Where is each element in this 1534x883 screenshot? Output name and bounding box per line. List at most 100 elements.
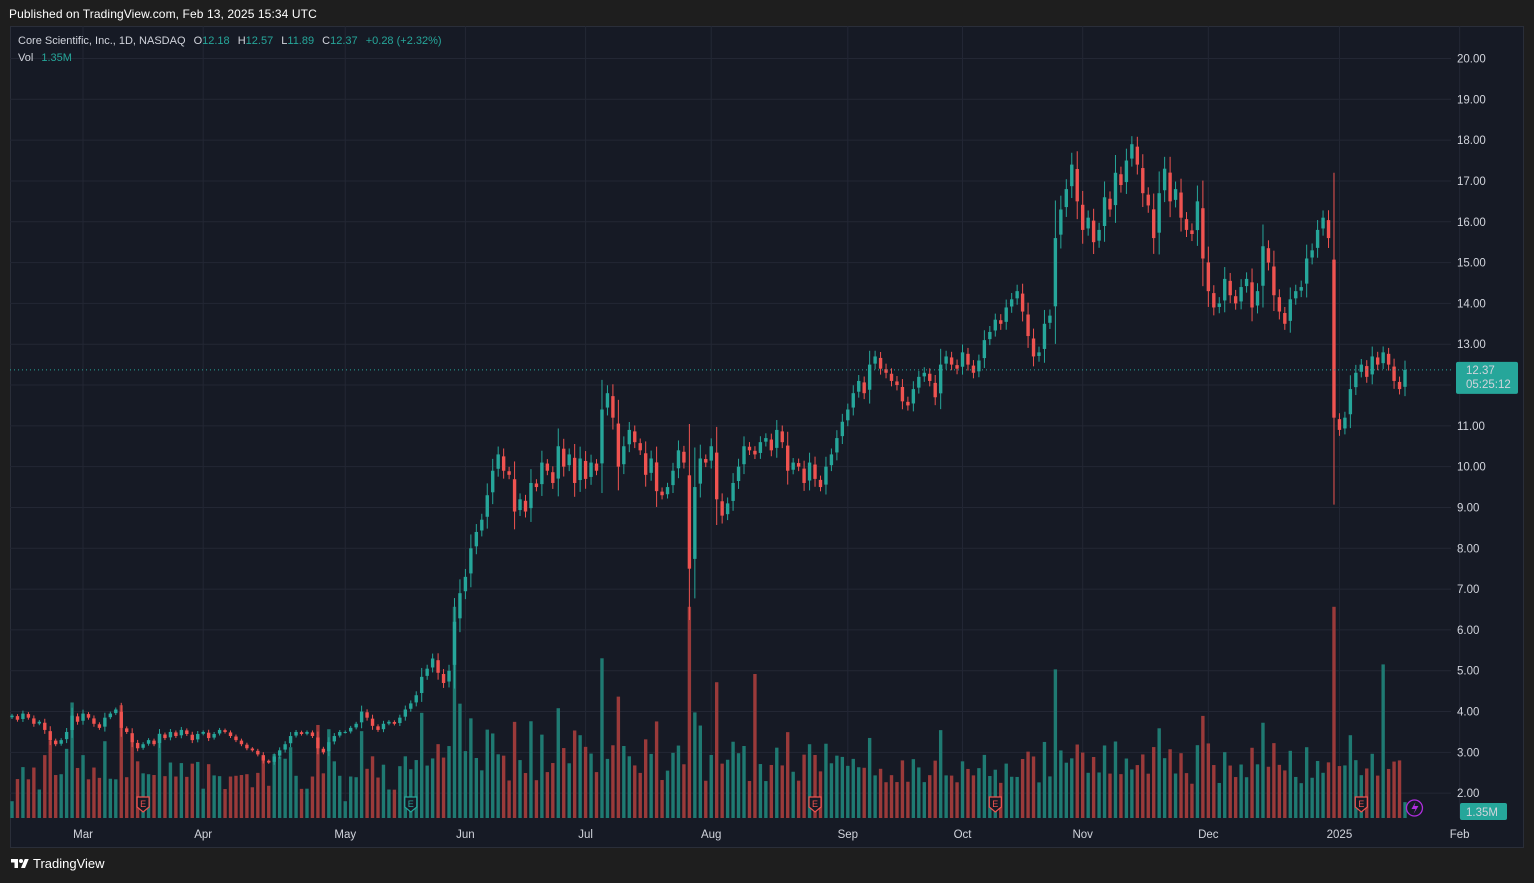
volume-bar bbox=[288, 747, 293, 818]
volume-bar bbox=[1386, 768, 1391, 818]
candle-body bbox=[174, 732, 178, 737]
volume-bar bbox=[725, 759, 730, 818]
candle-body bbox=[1004, 307, 1008, 322]
candle-body bbox=[523, 500, 528, 512]
candle-body bbox=[704, 458, 708, 463]
volume-bar bbox=[299, 788, 304, 818]
volume-bar bbox=[86, 779, 91, 818]
footer-brand[interactable]: TradingView bbox=[10, 856, 105, 871]
badge-letter: E bbox=[140, 799, 146, 809]
volume-bar bbox=[857, 767, 861, 818]
volume-bar bbox=[458, 703, 462, 818]
volume-bar bbox=[496, 754, 500, 818]
candle-body bbox=[966, 353, 970, 365]
price-tick-label: 15.00 bbox=[1457, 258, 1486, 270]
volume-bar bbox=[179, 763, 184, 818]
candle-body bbox=[671, 470, 675, 486]
volume-bar bbox=[376, 777, 380, 818]
volume-bar bbox=[1288, 750, 1292, 818]
price-tick-label: 20.00 bbox=[1457, 53, 1486, 65]
volume-bar bbox=[1244, 777, 1249, 818]
candle-body bbox=[1239, 287, 1243, 302]
candle-body bbox=[217, 729, 222, 734]
candle-body bbox=[338, 731, 342, 736]
volume-bar bbox=[1086, 772, 1090, 818]
candle-body bbox=[1195, 201, 1200, 231]
candle-body bbox=[420, 676, 424, 694]
volume-bar bbox=[966, 768, 970, 818]
chart-legend: Core Scientific, Inc., 1D, NASDAQ O12.18… bbox=[18, 35, 442, 69]
candle-body bbox=[611, 396, 615, 418]
volume-bar bbox=[1113, 741, 1118, 818]
volume-bar bbox=[168, 762, 173, 818]
volume-label[interactable]: Vol bbox=[18, 52, 33, 64]
volume-bar bbox=[1201, 715, 1205, 818]
symbol-title[interactable]: Core Scientific, Inc., 1D, NASDAQ bbox=[18, 35, 186, 47]
volume-bar bbox=[392, 789, 397, 818]
candle-body bbox=[764, 438, 768, 442]
candle-body bbox=[321, 748, 326, 753]
volume-bar bbox=[507, 780, 511, 818]
candle-body bbox=[1053, 238, 1058, 307]
volume-bar bbox=[556, 708, 560, 818]
candle-body bbox=[687, 475, 692, 569]
candle-body bbox=[430, 658, 435, 668]
volume-bar bbox=[305, 788, 309, 818]
volume-bar bbox=[960, 761, 965, 818]
time-axis: Mar Apr May Jun Jul Aug Sep Oct Nov Dec 2025 Feb bbox=[73, 829, 1469, 841]
candle-body bbox=[108, 713, 113, 718]
candle-body bbox=[1255, 291, 1260, 306]
volume-bar bbox=[185, 776, 189, 818]
candle-body bbox=[835, 438, 839, 453]
volume-bar bbox=[54, 775, 58, 818]
split-event-icon bbox=[1405, 799, 1424, 817]
volume-bar bbox=[1326, 762, 1331, 818]
candle-body bbox=[376, 726, 380, 730]
candle-body bbox=[228, 732, 233, 737]
candle-body bbox=[310, 732, 315, 737]
volume-bar bbox=[294, 775, 298, 818]
volume-bar bbox=[1004, 763, 1008, 818]
candle-body bbox=[949, 357, 954, 365]
candle-body bbox=[1233, 296, 1238, 304]
candle-body bbox=[775, 429, 779, 448]
candle-body bbox=[638, 443, 642, 451]
candle-body bbox=[1403, 369, 1407, 387]
candle-body bbox=[1386, 353, 1391, 365]
volume-bar bbox=[1091, 757, 1096, 818]
volume-bar bbox=[212, 775, 216, 818]
price-tick-label: 2.00 bbox=[1457, 788, 1479, 800]
candle-body bbox=[332, 736, 336, 742]
volume-bar bbox=[944, 775, 948, 818]
last-price-badge: 12.37 05:25:12 bbox=[1456, 361, 1518, 394]
candle-body bbox=[425, 668, 429, 676]
candle-body bbox=[458, 593, 462, 619]
candle-body bbox=[545, 463, 550, 471]
time-tick-label: Dec bbox=[1198, 829, 1219, 841]
volume-bar bbox=[1141, 754, 1145, 818]
candle-body bbox=[769, 439, 774, 451]
candle-body bbox=[81, 713, 85, 721]
volume-bar bbox=[545, 772, 550, 818]
volume-bar bbox=[1255, 764, 1260, 818]
candle-body bbox=[370, 718, 375, 726]
candle-body bbox=[1184, 219, 1189, 230]
high-value: 12.57 bbox=[245, 35, 274, 47]
candle-body bbox=[196, 734, 200, 740]
volume-bar bbox=[146, 774, 151, 818]
candle-body bbox=[867, 364, 872, 390]
volume-bar bbox=[338, 775, 342, 818]
candle-body bbox=[1294, 291, 1298, 299]
volume-bar bbox=[245, 774, 249, 818]
volume-bar bbox=[1250, 747, 1254, 818]
candle-body bbox=[917, 376, 921, 388]
brand-name: TradingView bbox=[33, 856, 105, 871]
candle-body bbox=[911, 389, 916, 404]
volume-bar bbox=[1102, 745, 1107, 818]
candle-body bbox=[1070, 164, 1074, 187]
volume-bar bbox=[1173, 773, 1178, 818]
candle-body bbox=[256, 750, 260, 755]
candle-body bbox=[125, 728, 129, 732]
volume-bar bbox=[1272, 743, 1276, 818]
price-chart[interactable]: 20.00 19.00 18.00 17.00 16.00 15.00 14.00 13.00… bbox=[10, 26, 1524, 848]
